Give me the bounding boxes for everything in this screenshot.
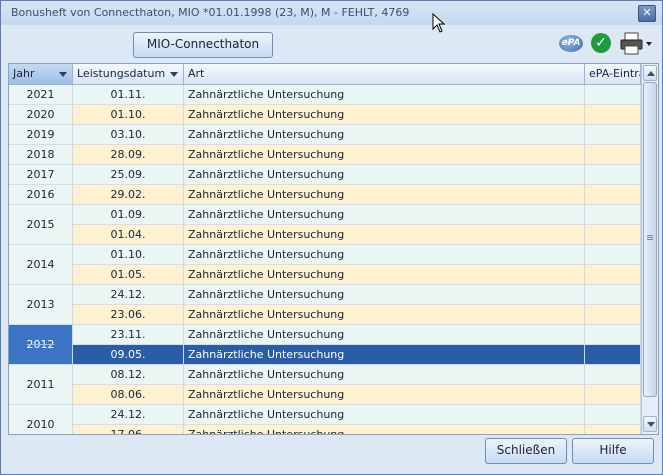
cell-leistungsdatum[interactable]: 23.11. [73, 325, 184, 345]
cell-leistungsdatum[interactable]: 25.09. [73, 165, 184, 185]
cell-leistungsdatum[interactable]: 24.12. [73, 405, 184, 425]
cell-art[interactable]: Zahnärztliche Untersuchung [184, 205, 585, 225]
schliessen-button[interactable]: Schließen [485, 438, 567, 464]
cell-leistungsdatum[interactable]: 17.06. [73, 425, 184, 434]
cell-jahr[interactable]: 2010 [9, 405, 73, 434]
cell-leistungsdatum[interactable]: 01.09. [73, 205, 184, 225]
table-header: Jahr Leistungsdatum Art ePA-Eintra [9, 64, 641, 85]
cell-art[interactable]: Zahnärztliche Untersuchung [184, 245, 585, 265]
cell-epa-eintrag[interactable] [585, 365, 641, 385]
cell-art[interactable]: Zahnärztliche Untersuchung [184, 365, 585, 385]
close-icon[interactable]: ✕ [638, 5, 656, 22]
cell-epa-eintrag[interactable] [585, 385, 641, 405]
cell-jahr[interactable]: 2015 [9, 205, 73, 245]
cell-epa-eintrag[interactable] [585, 405, 641, 425]
cell-epa-eintrag[interactable] [585, 425, 641, 434]
cell-leistungsdatum[interactable]: 08.06. [73, 385, 184, 405]
cell-epa-eintrag[interactable] [585, 185, 641, 205]
bonus-table: Jahr Leistungsdatum Art ePA-Eintra 01.11… [8, 63, 659, 435]
window-title: Bonusheft von Connecthaton, MIO *01.01.1… [11, 6, 410, 19]
cell-jahr[interactable]: 2014 [9, 245, 73, 285]
cell-leistungsdatum[interactable]: 01.05. [73, 265, 184, 285]
cell-leistungsdatum[interactable]: 01.10. [73, 245, 184, 265]
cell-art[interactable]: Zahnärztliche Untersuchung [184, 105, 585, 125]
cell-leistungsdatum[interactable]: 08.12. [73, 365, 184, 385]
cell-epa-eintrag[interactable] [585, 265, 641, 285]
cell-jahr[interactable]: 2020 [9, 105, 73, 125]
cell-jahr[interactable]: 2013 [9, 285, 73, 325]
hilfe-button[interactable]: Hilfe [572, 438, 654, 464]
printer-icon[interactable] [619, 32, 653, 56]
cell-art[interactable]: Zahnärztliche Untersuchung [184, 325, 585, 345]
bonusheft-window: Bonusheft von Connecthaton, MIO *01.01.1… [0, 0, 663, 475]
cell-epa-eintrag[interactable] [585, 225, 641, 245]
cell-art[interactable]: Zahnärztliche Untersuchung [184, 265, 585, 285]
cell-jahr[interactable]: 2019 [9, 125, 73, 145]
cell-epa-eintrag[interactable] [585, 245, 641, 265]
cell-epa-eintrag[interactable] [585, 345, 641, 365]
grip-line [647, 237, 653, 238]
cell-epa-eintrag[interactable] [585, 145, 641, 165]
cell-epa-eintrag[interactable] [585, 305, 641, 325]
cell-epa-eintrag[interactable] [585, 205, 641, 225]
column-header-leistungsdatum[interactable]: Leistungsdatum [73, 64, 184, 84]
cell-epa-eintrag[interactable] [585, 165, 641, 185]
cell-art[interactable]: Zahnärztliche Untersuchung [184, 125, 585, 145]
cell-jahr[interactable]: 2016 [9, 185, 73, 205]
cell-leistungsdatum[interactable]: 03.10. [73, 125, 184, 145]
cell-art[interactable]: Zahnärztliche Untersuchung [184, 425, 585, 434]
cell-art[interactable]: Zahnärztliche Untersuchung [184, 385, 585, 405]
cell-art[interactable]: Zahnärztliche Untersuchung [184, 305, 585, 325]
cell-jahr[interactable]: 2018 [9, 145, 73, 165]
cell-leistungsdatum[interactable]: 09.05. [73, 345, 184, 365]
cell-leistungsdatum[interactable]: 23.06. [73, 305, 184, 325]
column-header-epa[interactable]: ePA-Eintra [585, 64, 641, 84]
cell-leistungsdatum[interactable]: 28.09. [73, 145, 184, 165]
cell-leistungsdatum[interactable]: 24.12. [73, 285, 184, 305]
cell-art[interactable]: Zahnärztliche Untersuchung [184, 165, 585, 185]
mio-connecthaton-button[interactable]: MIO-Connecthaton [133, 32, 273, 58]
cell-leistungsdatum[interactable]: 29.02. [73, 185, 184, 205]
cell-art[interactable]: Zahnärztliche Untersuchung [184, 345, 585, 365]
vertical-scrollbar[interactable] [641, 64, 658, 434]
grip-line [647, 239, 653, 240]
arrow-down-icon [647, 422, 655, 427]
cell-art[interactable]: Zahnärztliche Untersuchung [184, 405, 585, 425]
cell-jahr[interactable]: 2021 [9, 85, 73, 105]
cell-epa-eintrag[interactable] [585, 105, 641, 125]
arrow-up-icon [647, 71, 655, 76]
cell-art[interactable]: Zahnärztliche Untersuchung [184, 145, 585, 165]
cell-epa-eintrag[interactable] [585, 325, 641, 345]
cell-jahr[interactable]: 2012 [9, 325, 73, 365]
grip-line [647, 235, 653, 236]
cell-jahr[interactable]: 2011 [9, 365, 73, 405]
cell-epa-eintrag[interactable] [585, 285, 641, 305]
title-bar[interactable]: Bonusheft von Connecthaton, MIO *01.01.1… [1, 1, 662, 25]
cell-art[interactable]: Zahnärztliche Untersuchung [184, 85, 585, 105]
cell-art[interactable]: Zahnärztliche Untersuchung [184, 185, 585, 205]
sort-arrow-icon [170, 72, 178, 77]
scroll-up-button[interactable] [643, 65, 657, 81]
check-icon[interactable]: ✓ [591, 33, 611, 53]
epa-icon[interactable]: ePA [559, 35, 583, 52]
cell-leistungsdatum[interactable]: 01.11. [73, 85, 184, 105]
cell-leistungsdatum[interactable]: 01.10. [73, 105, 184, 125]
toolbar: MIO-Connecthaton ePA ✓ [1, 25, 662, 61]
scroll-thumb[interactable] [643, 82, 657, 397]
column-header-jahr[interactable]: Jahr [9, 64, 73, 84]
cell-epa-eintrag[interactable] [585, 125, 641, 145]
scroll-down-button[interactable] [643, 416, 657, 432]
cell-leistungsdatum[interactable]: 01.04. [73, 225, 184, 245]
column-header-art[interactable]: Art [184, 64, 585, 84]
cell-art[interactable]: Zahnärztliche Untersuchung [184, 285, 585, 305]
sort-arrow-icon [59, 72, 67, 77]
cell-art[interactable]: Zahnärztliche Untersuchung [184, 225, 585, 245]
cell-jahr[interactable]: 2017 [9, 165, 73, 185]
cell-epa-eintrag[interactable] [585, 85, 641, 105]
